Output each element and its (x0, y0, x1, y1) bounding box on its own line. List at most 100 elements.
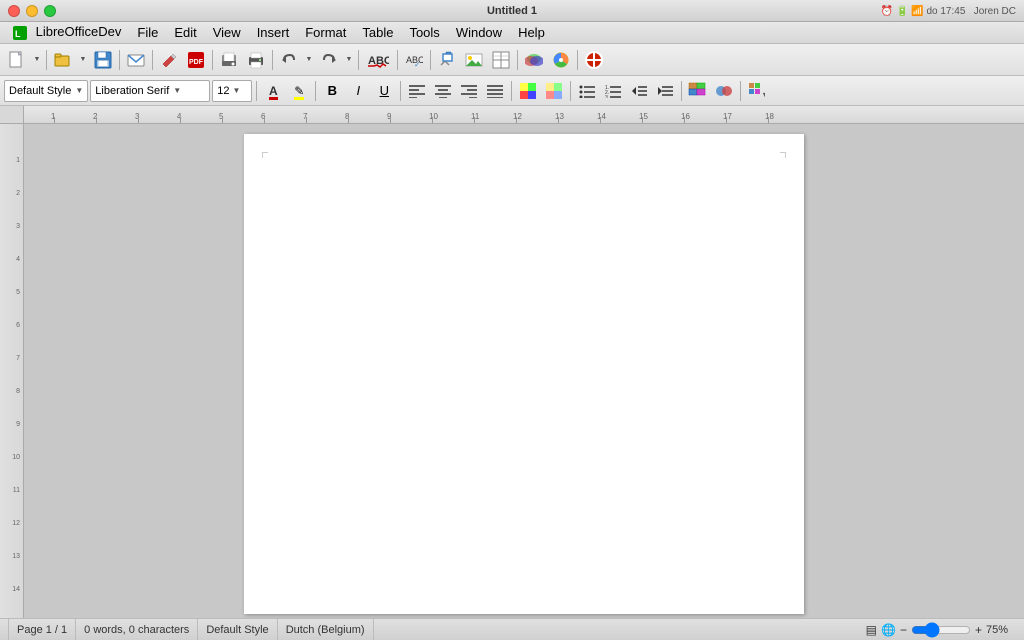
traffic-lights (8, 5, 56, 17)
separator-fmt7 (740, 81, 741, 101)
save-button[interactable] (90, 48, 116, 72)
character-highlighting-button[interactable] (521, 48, 547, 72)
zoom-slider[interactable] (911, 626, 971, 634)
clone-format-button[interactable] (434, 48, 460, 72)
separator3 (152, 50, 153, 70)
redo-button[interactable] (316, 48, 342, 72)
paragraph-style-status: Default Style (198, 619, 277, 640)
zoom-level: 75% (986, 624, 1016, 636)
undo-button[interactable] (276, 48, 302, 72)
font-dropdown-arrow: ▼ (173, 86, 181, 95)
toolbar2: Default Style ▼ Liberation Serif ▼ 12 ▼ … (0, 76, 1024, 106)
email-button[interactable] (123, 48, 149, 72)
new-button[interactable] (4, 48, 30, 72)
underline-button[interactable]: U (372, 80, 396, 102)
justify-button[interactable] (483, 80, 507, 102)
title-bar-right: ⏰ 🔋 📶 do 17:45 Joren DC (881, 5, 1016, 17)
system-icons: ⏰ 🔋 📶 do 17:45 Joren DC (881, 5, 1016, 17)
separator8 (430, 50, 431, 70)
status-bar: Page 1 / 1 0 words, 0 characters Default… (0, 618, 1024, 640)
status-right: ▤ 🌐 − + 75% (866, 623, 1016, 637)
window-title: Untitled 1 (487, 5, 537, 17)
redo-dropdown[interactable]: ▼ (343, 48, 355, 72)
decrease-indent-button[interactable] (627, 80, 651, 102)
fullscreen-button[interactable] (44, 5, 56, 17)
margin-marker-tl (262, 152, 268, 158)
menu-help[interactable]: Help (510, 23, 553, 42)
zoom-out-button[interactable]: − (900, 623, 907, 637)
separator-fmt2 (315, 81, 316, 101)
menu-format[interactable]: Format (297, 23, 354, 42)
menu-window[interactable]: Window (448, 23, 510, 42)
font-size-selector[interactable]: 12 ▼ (212, 80, 252, 102)
separator-fmt1 (256, 81, 257, 101)
more-options-button[interactable]: ▼ (745, 80, 769, 102)
svg-text:✓: ✓ (414, 60, 421, 69)
view-web-icon[interactable]: 🌐 (881, 623, 896, 637)
separator6 (358, 50, 359, 70)
undo-dropdown[interactable]: ▼ (303, 48, 315, 72)
unordered-list-button[interactable] (575, 80, 599, 102)
spellcheck-button[interactable]: ABC (362, 48, 394, 72)
clear-formatting-button[interactable] (542, 80, 566, 102)
menu-file[interactable]: File (129, 23, 166, 42)
paragraph-highlight-button[interactable] (516, 80, 540, 102)
menu-bar: L LibreOfficeDev File Edit View Insert F… (0, 22, 1024, 44)
close-button[interactable] (8, 5, 20, 17)
zoom-in-button[interactable]: + (975, 623, 982, 637)
separator-fmt5 (570, 81, 571, 101)
style-dropdown-arrow: ▼ (75, 86, 83, 95)
separator-fmt4 (511, 81, 512, 101)
menu-table[interactable]: Table (354, 23, 401, 42)
bold-button[interactable]: B (320, 80, 344, 102)
menu-insert[interactable]: Insert (249, 23, 298, 42)
svg-text:3.: 3. (605, 95, 609, 98)
font-name-selector[interactable]: Liberation Serif ▼ (90, 80, 210, 102)
font-color-button[interactable]: A (261, 80, 285, 102)
separator-fmt6 (681, 81, 682, 101)
menu-view[interactable]: View (205, 23, 249, 42)
svg-text:L: L (15, 29, 21, 39)
edit-mode-button[interactable] (156, 48, 182, 72)
menu-tools[interactable]: Tools (401, 23, 447, 42)
menu-edit[interactable]: Edit (166, 23, 204, 42)
open-dropdown[interactable]: ▼ (77, 48, 89, 72)
language-status: Dutch (Belgium) (278, 619, 374, 640)
minimize-button[interactable] (26, 5, 38, 17)
print-preview-button[interactable] (216, 48, 242, 72)
document-page[interactable] (244, 134, 804, 614)
horizontal-ruler: 123456789101112131415161718 (24, 106, 1024, 124)
color-palette-button[interactable] (548, 48, 574, 72)
separator4 (212, 50, 213, 70)
table-borders-button[interactable] (686, 80, 710, 102)
toolbar1: ▼ ▼ PDF (0, 44, 1024, 76)
separator9 (517, 50, 518, 70)
menu-app[interactable]: L LibreOfficeDev (4, 22, 129, 43)
autocorrect-button[interactable]: ABC ✓ (401, 48, 427, 72)
paragraph-style-selector[interactable]: Default Style ▼ (4, 80, 88, 102)
page-info: Page 1 / 1 (8, 619, 76, 640)
word-count: 0 words, 0 characters (76, 619, 198, 640)
character-color-button[interactable] (712, 80, 736, 102)
italic-button[interactable]: I (346, 80, 370, 102)
export-pdf-button[interactable]: PDF (183, 48, 209, 72)
document-area[interactable] (24, 124, 1024, 618)
open-button[interactable] (50, 48, 76, 72)
insert-table-button[interactable] (488, 48, 514, 72)
highlighting-button[interactable]: ✎ (287, 80, 311, 102)
help-button[interactable] (581, 48, 607, 72)
print-button[interactable] (243, 48, 269, 72)
align-center-button[interactable] (431, 80, 455, 102)
paragraph-style-text: Default Style (206, 624, 268, 636)
align-left-button[interactable] (405, 80, 429, 102)
separator5 (272, 50, 273, 70)
main-content: 123456789101112131415 (0, 124, 1024, 618)
ordered-list-button[interactable]: 1. 2. 3. (601, 80, 625, 102)
separator-fmt3 (400, 81, 401, 101)
new-dropdown[interactable]: ▼ (31, 48, 43, 72)
separator2 (119, 50, 120, 70)
view-normal-icon[interactable]: ▤ (866, 623, 877, 637)
align-right-button[interactable] (457, 80, 481, 102)
insert-image-button[interactable] (461, 48, 487, 72)
increase-indent-button[interactable] (653, 80, 677, 102)
